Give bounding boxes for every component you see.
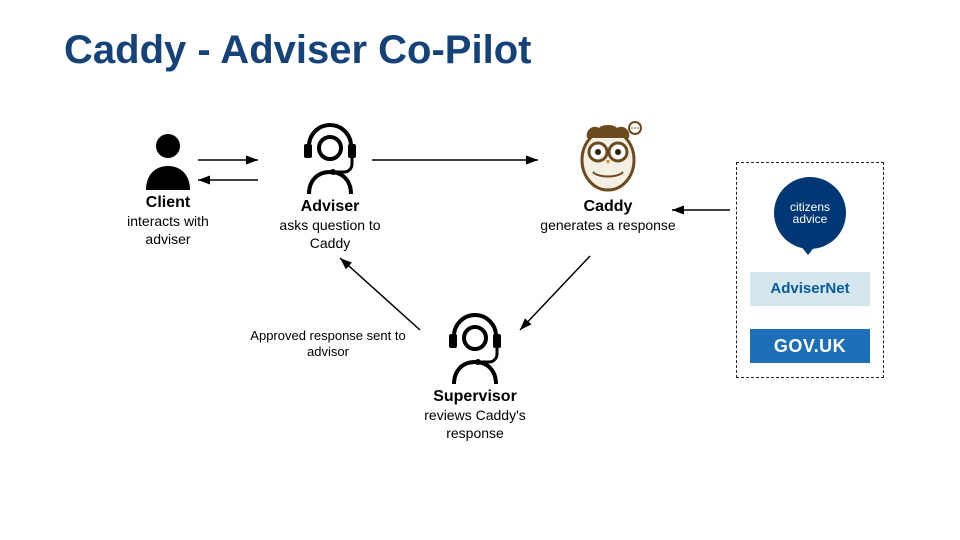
source-citizens-advice: citizens advice (774, 177, 846, 249)
owl-icon (538, 118, 678, 194)
source-citizens-line2: advice (793, 213, 828, 225)
node-caddy-title: Caddy (538, 198, 678, 216)
node-client: Client interacts with adviser (108, 130, 228, 248)
node-client-desc: interacts with adviser (108, 212, 228, 248)
headset-person-icon (260, 122, 400, 194)
node-adviser-desc: asks question to Caddy (260, 216, 400, 252)
slide: Caddy - Adviser Co-Pilot Client interact… (0, 0, 960, 540)
source-citizens-line1: citizens (790, 201, 830, 213)
source-govuk: GOV.UK (750, 329, 870, 363)
node-supervisor-desc: reviews Caddy's response (400, 406, 550, 442)
sources-box: citizens advice AdviserNet GOV.UK (736, 162, 884, 378)
node-client-title: Client (108, 194, 228, 212)
node-adviser: Adviser asks question to Caddy (260, 122, 400, 252)
person-icon (108, 130, 228, 190)
headset-person-icon (400, 312, 550, 384)
node-supervisor: Supervisor reviews Caddy's response (400, 312, 550, 442)
node-caddy: Caddy generates a response (538, 118, 678, 234)
node-supervisor-title: Supervisor (400, 388, 550, 406)
page-title: Caddy - Adviser Co-Pilot (64, 28, 531, 73)
node-caddy-desc: generates a response (538, 216, 678, 234)
edge-label-approved: Approved response sent to advisor (248, 328, 408, 361)
node-adviser-title: Adviser (260, 198, 400, 216)
source-advisernet: AdviserNet (750, 272, 870, 306)
